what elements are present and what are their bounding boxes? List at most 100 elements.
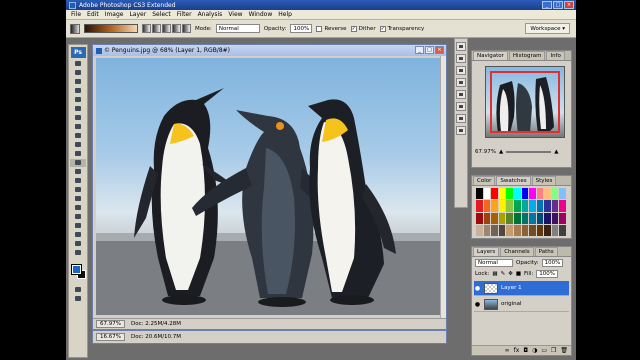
color-swatch[interactable] bbox=[521, 212, 529, 224]
menu-view[interactable]: View bbox=[225, 11, 245, 18]
slice-tool-icon[interactable] bbox=[70, 105, 86, 113]
color-swatch[interactable] bbox=[544, 200, 551, 212]
lock-all-icon[interactable]: ■ bbox=[516, 271, 521, 277]
reflected-gradient-icon[interactable] bbox=[172, 24, 181, 33]
document-title-bar[interactable]: © Penguins.jpg @ 68% (Layer 1, RGB/8#) _… bbox=[93, 45, 446, 56]
color-swatch[interactable] bbox=[529, 212, 536, 224]
tab-styles[interactable]: Styles bbox=[531, 176, 557, 185]
gradient-picker[interactable] bbox=[84, 24, 138, 33]
color-swatch[interactable] bbox=[506, 212, 513, 224]
menu-edit[interactable]: Edit bbox=[84, 11, 102, 18]
screen-mode-icon[interactable] bbox=[70, 295, 86, 303]
clone-source-icon[interactable] bbox=[456, 90, 466, 99]
new-layer-icon[interactable]: ❐ bbox=[551, 347, 556, 354]
zoom-level[interactable]: 16.67% bbox=[96, 333, 125, 341]
color-swatch[interactable] bbox=[483, 188, 491, 200]
color-swatch[interactable] bbox=[521, 188, 529, 200]
color-swatch[interactable] bbox=[551, 188, 559, 200]
zoom-in-icon[interactable]: ▲ bbox=[554, 149, 558, 155]
color-swatch[interactable] bbox=[498, 188, 506, 200]
color-swatch[interactable] bbox=[491, 188, 498, 200]
opacity-input[interactable]: 100% bbox=[290, 24, 313, 33]
color-swatch[interactable] bbox=[544, 188, 551, 200]
quick-selection-tool-icon[interactable] bbox=[70, 87, 86, 95]
color-swatch[interactable] bbox=[551, 200, 559, 212]
color-swatch[interactable] bbox=[544, 212, 551, 224]
transparency-checkbox[interactable]: ✓ Transparency bbox=[379, 25, 424, 32]
color-swatch[interactable] bbox=[491, 212, 498, 224]
mode-select[interactable]: Normal bbox=[215, 24, 260, 33]
tab-navigator[interactable]: Navigator bbox=[473, 51, 508, 60]
close-button[interactable]: × bbox=[564, 1, 574, 9]
tab-color[interactable]: Color bbox=[473, 176, 496, 185]
color-swatch[interactable] bbox=[521, 224, 529, 236]
paragraph-panel-icon[interactable] bbox=[456, 126, 466, 135]
doc-close-button[interactable]: × bbox=[435, 46, 444, 54]
color-swatch[interactable] bbox=[476, 188, 483, 200]
menu-image[interactable]: Image bbox=[102, 11, 127, 18]
menu-analysis[interactable]: Analysis bbox=[195, 11, 226, 18]
layer-row-original[interactable]: ● original bbox=[474, 297, 569, 312]
navigator-zoom-value[interactable]: 67.97% bbox=[475, 149, 496, 155]
gradient-tool-icon[interactable] bbox=[70, 23, 80, 34]
radial-gradient-icon[interactable] bbox=[152, 24, 161, 33]
menu-filter[interactable]: Filter bbox=[174, 11, 195, 18]
color-swatch[interactable] bbox=[544, 224, 551, 236]
background-document-window[interactable]: 16.67% Doc: 20.6M/10.7M bbox=[92, 330, 447, 344]
lock-position-icon[interactable]: ✥ bbox=[508, 271, 513, 277]
doc-minimize-button[interactable]: _ bbox=[415, 46, 424, 54]
shape-tool-icon[interactable] bbox=[70, 213, 86, 221]
layer-comps-icon[interactable] bbox=[456, 102, 466, 111]
color-swatch[interactable] bbox=[491, 200, 498, 212]
tab-swatches[interactable]: Swatches bbox=[496, 176, 531, 185]
color-swatch[interactable] bbox=[529, 188, 536, 200]
maximize-button[interactable]: □ bbox=[553, 1, 563, 9]
color-swatch[interactable] bbox=[521, 200, 529, 212]
color-swatch[interactable] bbox=[529, 200, 536, 212]
color-swatch[interactable] bbox=[498, 224, 506, 236]
color-swatch[interactable] bbox=[536, 212, 544, 224]
menu-file[interactable]: File bbox=[68, 11, 84, 18]
move-tool-icon[interactable] bbox=[70, 60, 86, 68]
hand-tool-icon[interactable] bbox=[70, 240, 86, 248]
layer-opacity-input[interactable]: 100% bbox=[541, 258, 564, 267]
diamond-gradient-icon[interactable] bbox=[182, 24, 191, 33]
navigator-thumbnail[interactable] bbox=[485, 66, 565, 138]
foreground-color-swatch[interactable] bbox=[71, 264, 82, 275]
tab-paths[interactable]: Paths bbox=[534, 247, 558, 256]
tab-histogram[interactable]: Histogram bbox=[508, 51, 546, 60]
menu-window[interactable]: Window bbox=[246, 11, 276, 18]
color-swatch[interactable] bbox=[506, 200, 513, 212]
dodge-tool-icon[interactable] bbox=[70, 177, 86, 185]
zoom-level[interactable]: 67.97% bbox=[96, 320, 125, 328]
quick-mask-icon[interactable] bbox=[70, 286, 86, 294]
fill-input[interactable]: 100% bbox=[536, 269, 558, 278]
minimize-button[interactable]: _ bbox=[542, 1, 552, 9]
color-swatch[interactable] bbox=[476, 200, 483, 212]
tool-presets-icon[interactable] bbox=[456, 66, 466, 75]
eraser-tool-icon[interactable] bbox=[70, 150, 86, 158]
color-swatch[interactable] bbox=[506, 188, 513, 200]
notes-tool-icon[interactable] bbox=[70, 222, 86, 230]
visibility-eye-icon[interactable]: ● bbox=[474, 285, 481, 292]
menu-layer[interactable]: Layer bbox=[126, 11, 149, 18]
color-swatch[interactable] bbox=[536, 200, 544, 212]
menu-help[interactable]: Help bbox=[275, 11, 295, 18]
color-swatch[interactable] bbox=[476, 224, 483, 236]
actions-panel-icon[interactable] bbox=[456, 54, 466, 63]
color-swatch[interactable] bbox=[498, 212, 506, 224]
lock-paint-icon[interactable]: ✎ bbox=[501, 271, 506, 277]
dither-checkbox[interactable]: ✓ Dither bbox=[350, 25, 376, 32]
brush-tool-icon[interactable] bbox=[70, 123, 86, 131]
tab-layers[interactable]: Layers bbox=[473, 247, 500, 256]
workspace-button[interactable]: Workspace ▾ bbox=[525, 23, 570, 34]
color-swatch[interactable] bbox=[559, 188, 566, 200]
type-tool-icon[interactable] bbox=[70, 195, 86, 203]
eyedropper-tool-icon[interactable] bbox=[70, 231, 86, 239]
character-panel-icon[interactable] bbox=[456, 114, 466, 123]
color-swatch[interactable] bbox=[498, 200, 506, 212]
visibility-eye-icon[interactable]: ● bbox=[474, 301, 481, 308]
canvas-image[interactable] bbox=[96, 58, 440, 315]
color-swatch[interactable] bbox=[506, 224, 513, 236]
zoom-slider[interactable] bbox=[506, 151, 552, 153]
